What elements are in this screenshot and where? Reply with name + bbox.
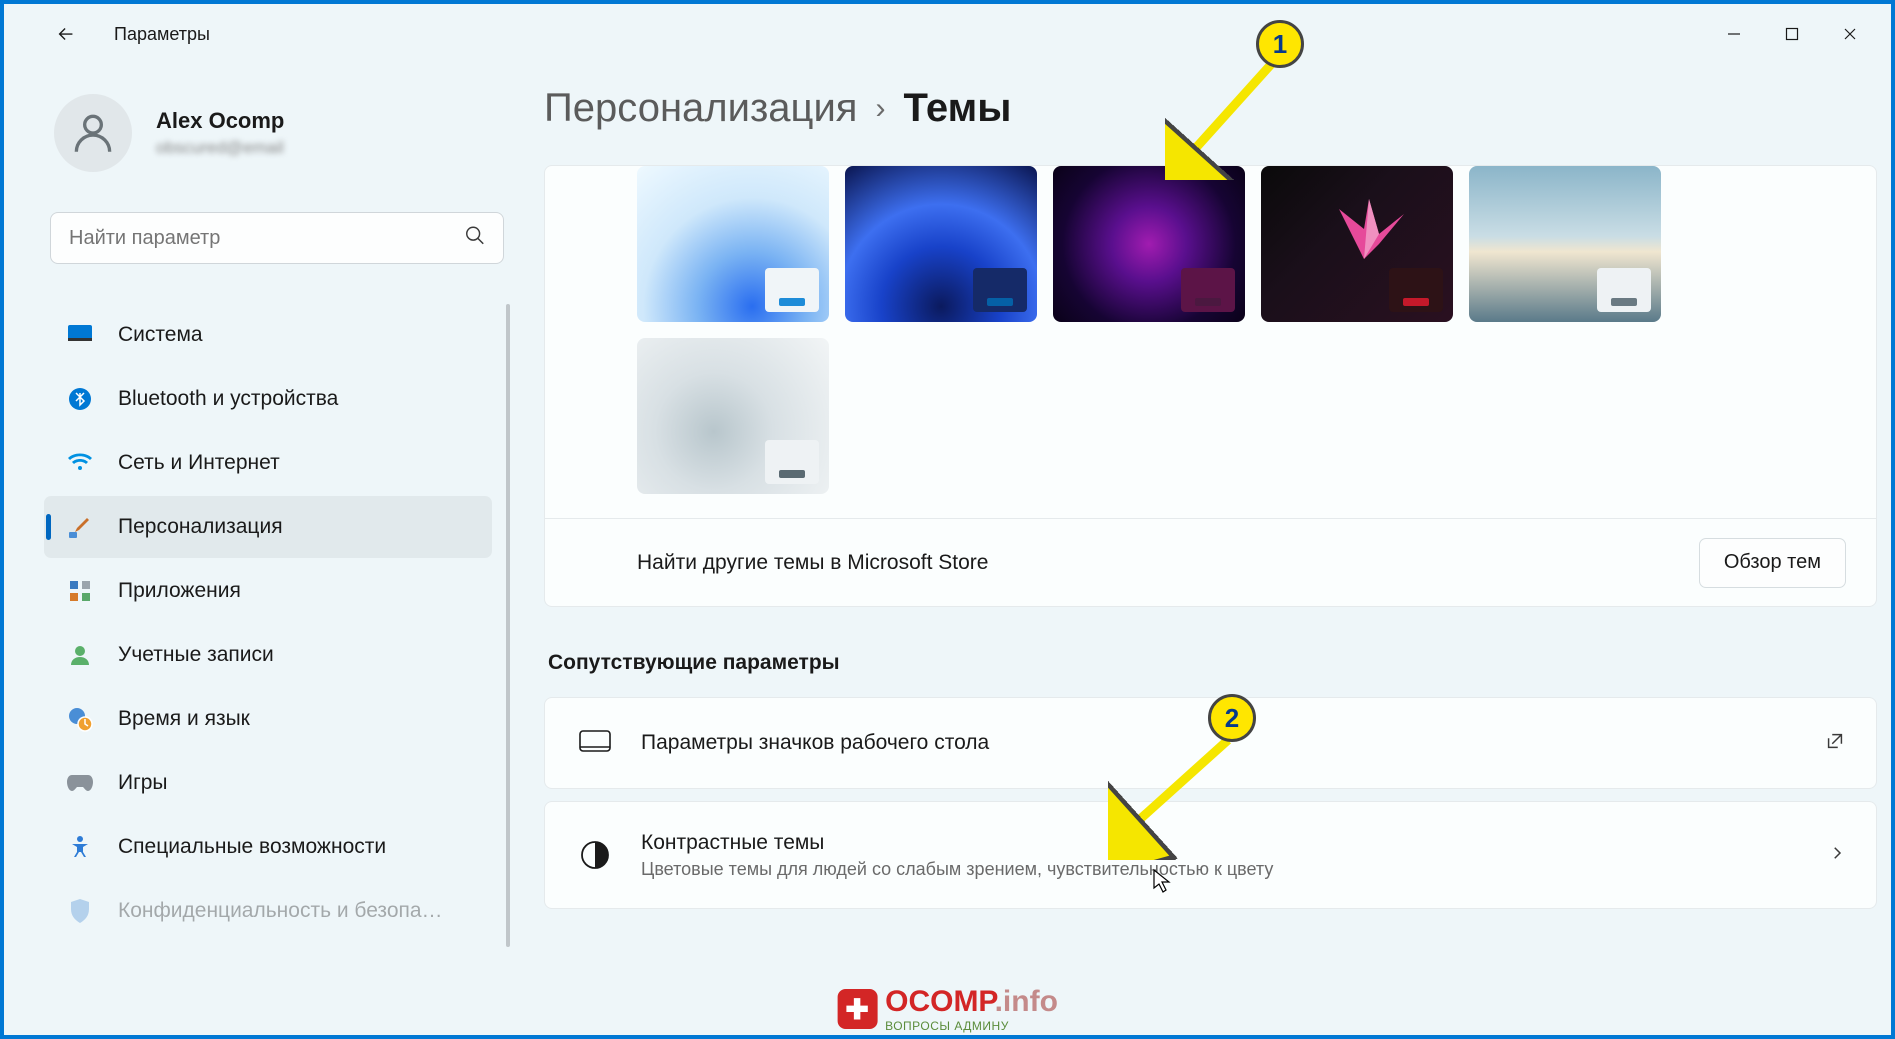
sidebar-item-accessibility[interactable]: Специальные возможности bbox=[44, 816, 492, 878]
chevron-right-icon bbox=[1828, 844, 1846, 867]
sidebar-item-label: Учетные записи bbox=[118, 643, 274, 667]
sidebar-item-label: Bluetooth и устройства bbox=[118, 387, 338, 411]
arrow-left-icon bbox=[55, 23, 77, 45]
annotation-badge-1: 1 bbox=[1256, 20, 1304, 68]
theme-thumbnail[interactable] bbox=[1261, 166, 1453, 322]
close-button[interactable] bbox=[1821, 14, 1879, 54]
sidebar-item-apps[interactable]: Приложения bbox=[44, 560, 492, 622]
sidebar-item-label: Время и язык bbox=[118, 707, 250, 731]
main-content: Персонализация › Темы Найти другие темы … bbox=[534, 64, 1891, 1035]
sidebar-item-label: Персонализация bbox=[118, 515, 283, 539]
user-block[interactable]: Alex Ocomp obscured@email bbox=[44, 94, 510, 172]
open-external-icon bbox=[1824, 730, 1846, 757]
watermark: ✚ OCOMP.info ВОПРОСЫ АДМИНУ bbox=[837, 985, 1058, 1033]
bluetooth-icon bbox=[66, 385, 94, 413]
person-icon bbox=[68, 108, 118, 158]
clock-globe-icon bbox=[66, 705, 94, 733]
apps-icon bbox=[66, 577, 94, 605]
related-settings-heading: Сопутствующие параметры bbox=[548, 651, 1881, 675]
theme-thumbnail[interactable] bbox=[845, 166, 1037, 322]
user-name: Alex Ocomp bbox=[156, 108, 284, 134]
breadcrumb-parent[interactable]: Персонализация bbox=[544, 86, 857, 131]
sidebar-item-privacy[interactable]: Конфиденциальность и безопа… bbox=[44, 880, 492, 942]
sidebar-item-network[interactable]: Сеть и Интернет bbox=[44, 432, 492, 494]
maximize-button[interactable] bbox=[1763, 14, 1821, 54]
browse-themes-button[interactable]: Обзор тем bbox=[1699, 538, 1846, 588]
avatar bbox=[54, 94, 132, 172]
wifi-icon bbox=[66, 449, 94, 477]
sidebar-item-time-language[interactable]: Время и язык bbox=[44, 688, 492, 750]
sidebar-item-gaming[interactable]: Игры bbox=[44, 752, 492, 814]
theme-thumbnail[interactable] bbox=[637, 166, 829, 322]
user-email: obscured@email bbox=[156, 138, 284, 158]
theme-thumbnail[interactable] bbox=[1053, 166, 1245, 322]
gamepad-icon bbox=[66, 769, 94, 797]
contrast-icon bbox=[575, 839, 615, 871]
sidebar-item-personalization[interactable]: Персонализация bbox=[44, 496, 492, 558]
sidebar-item-label: Система bbox=[118, 323, 203, 347]
sidebar-item-label: Сеть и Интернет bbox=[118, 451, 280, 475]
back-button[interactable] bbox=[46, 14, 86, 54]
desktop-icon bbox=[575, 729, 615, 757]
sidebar-item-label: Конфиденциальность и безопа… bbox=[118, 899, 443, 923]
themes-card: Найти другие темы в Microsoft Store Обзо… bbox=[544, 165, 1877, 607]
mouse-cursor-icon bbox=[1152, 868, 1172, 899]
sidebar-item-system[interactable]: Система bbox=[44, 304, 492, 366]
titlebar: Параметры bbox=[4, 4, 1891, 64]
theme-thumbnail[interactable] bbox=[1469, 166, 1661, 322]
list-item-title: Параметры значков рабочего стола bbox=[641, 731, 989, 755]
annotation-badge-2: 2 bbox=[1208, 694, 1256, 742]
search-input[interactable] bbox=[50, 212, 504, 264]
sidebar: Alex Ocomp obscured@email Система bbox=[4, 64, 534, 1035]
monitor-icon bbox=[66, 321, 94, 349]
sidebar-item-bluetooth[interactable]: Bluetooth и устройства bbox=[44, 368, 492, 430]
shield-icon bbox=[66, 897, 94, 925]
minimize-button[interactable] bbox=[1705, 14, 1763, 54]
sidebar-item-label: Игры bbox=[118, 771, 168, 795]
watermark-logo-icon: ✚ bbox=[837, 989, 877, 1029]
sidebar-scrollbar[interactable] bbox=[506, 304, 510, 947]
sidebar-item-label: Приложения bbox=[118, 579, 241, 603]
account-icon bbox=[66, 641, 94, 669]
store-prompt: Найти другие темы в Microsoft Store bbox=[637, 551, 988, 575]
breadcrumb-current: Темы bbox=[903, 86, 1011, 131]
window-title: Параметры bbox=[114, 24, 210, 45]
theme-thumbnail[interactable] bbox=[637, 338, 829, 494]
sidebar-item-label: Специальные возможности bbox=[118, 835, 386, 859]
chevron-right-icon: › bbox=[875, 92, 885, 126]
paintbrush-icon bbox=[66, 513, 94, 541]
sidebar-item-accounts[interactable]: Учетные записи bbox=[44, 624, 492, 686]
accessibility-icon bbox=[66, 833, 94, 861]
